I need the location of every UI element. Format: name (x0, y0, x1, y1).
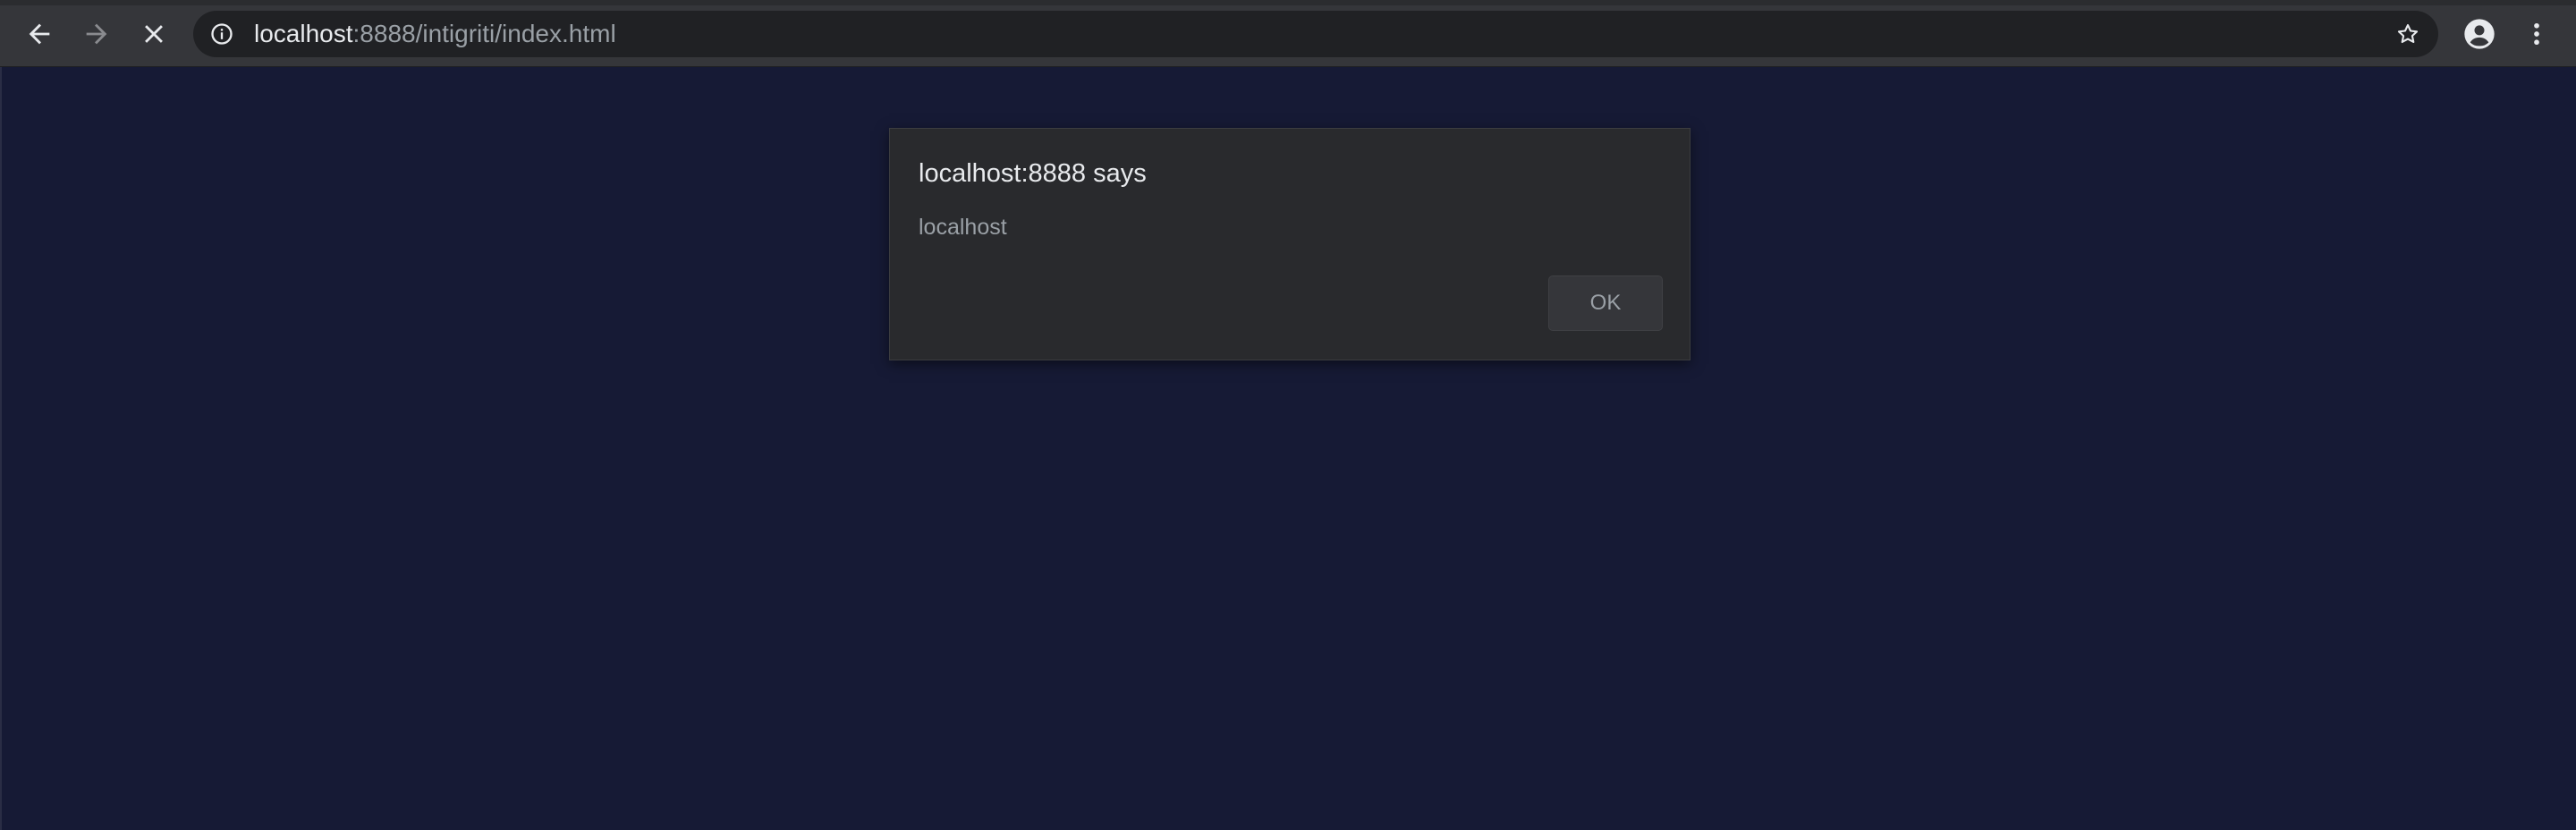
url-path: :8888/intigriti/index.html (352, 20, 616, 47)
url-text[interactable]: localhost:8888/intigriti/index.html (254, 11, 616, 57)
star-icon[interactable] (2395, 21, 2420, 47)
browser-toolbar: localhost:8888/intigriti/index.html (0, 0, 2576, 67)
arrow-right-icon (86, 23, 107, 45)
tab-strip (0, 0, 2576, 5)
dialog-title: localhost:8888 says (919, 159, 1147, 188)
account-circle-icon (2464, 19, 2495, 49)
page-content: localhost:8888 says localhost OK (0, 67, 2576, 830)
dialog-message: localhost (919, 215, 1007, 240)
alert-dialog: localhost:8888 says localhost OK (889, 128, 1690, 360)
profile-button[interactable] (2458, 13, 2501, 55)
address-bar[interactable]: localhost:8888/intigriti/index.html (193, 11, 2438, 57)
close-icon (145, 25, 163, 43)
url-host: localhost (254, 20, 353, 47)
back-button[interactable] (18, 13, 61, 55)
info-icon[interactable] (209, 21, 234, 47)
more-vert-icon (2534, 22, 2539, 46)
browser-menu-button[interactable] (2515, 13, 2558, 55)
stop-loading-button[interactable] (132, 13, 175, 55)
forward-button[interactable] (75, 13, 118, 55)
arrow-left-icon (29, 23, 50, 45)
ok-button[interactable]: OK (1548, 275, 1663, 331)
